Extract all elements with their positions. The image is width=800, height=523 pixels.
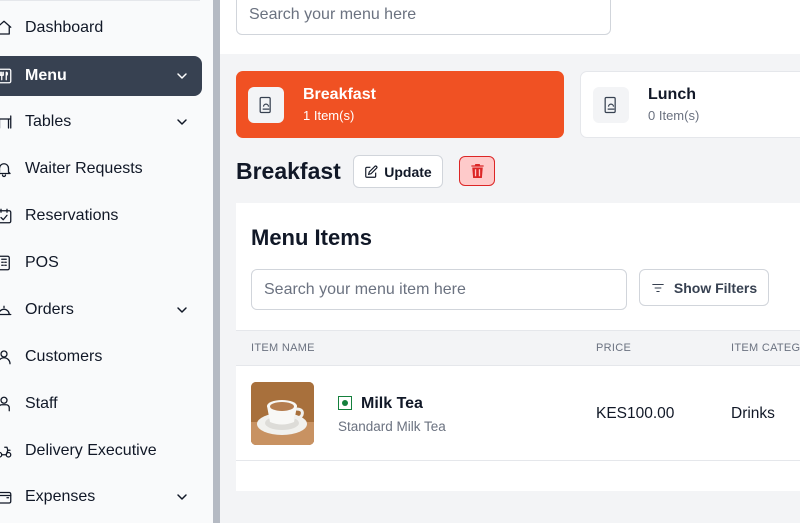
chevron-down-icon[interactable] [174, 489, 190, 505]
sidebar-item-label: POS [25, 254, 59, 271]
filter-icon [652, 283, 664, 292]
show-filters-button[interactable]: Show Filters [639, 269, 769, 306]
page-title: Breakfast [236, 158, 341, 184]
menu-icon-box [248, 86, 284, 123]
sidebar-item-label: Orders [25, 301, 74, 318]
sidebar-item-dashboard[interactable]: Dashboard [0, 8, 202, 48]
sidebar-item-label: Staff [25, 395, 58, 412]
menu-book-icon [604, 96, 616, 113]
sidebar-item-menu[interactable]: Menu [0, 56, 202, 96]
sidebar-item-label: Customers [25, 348, 103, 365]
sidebar-scrollbar[interactable] [213, 0, 220, 523]
sidebar-item-label: Expenses [25, 488, 96, 505]
scooter-icon [0, 441, 14, 461]
menu-card-name: Breakfast [303, 86, 376, 103]
menu-book-icon [259, 96, 271, 113]
update-button-label: Update [384, 163, 432, 180]
menu-card-count: 0 Item(s) [648, 108, 700, 123]
panel-title: Menu Items [251, 225, 373, 250]
sidebar-item-expenses[interactable]: Expenses [0, 477, 202, 517]
menu-card-name: Lunch [648, 86, 696, 103]
sidebar-item-reservations[interactable]: Reservations [0, 196, 202, 236]
menu-icon-box [593, 86, 629, 123]
sidebar-item-waiter-requests[interactable]: Waiter Requests [0, 149, 202, 189]
sidebar-item-label: Dashboard [25, 19, 104, 36]
sidebar-item-customers[interactable]: Customers [0, 337, 202, 377]
sidebar: Dashboard Menu Tables Waiter Requests Re… [0, 0, 213, 523]
table-row[interactable]: Milk Tea Standard Milk Tea KES100.00 Dri… [236, 366, 800, 461]
column-header-price[interactable]: PRICE [596, 342, 631, 354]
sidebar-item-tables[interactable]: Tables [0, 102, 202, 142]
sidebar-item-label: Tables [25, 113, 72, 130]
sidebar-item-label: Menu [25, 67, 67, 84]
sidebar-item-label: Waiter Requests [25, 160, 143, 177]
bell-icon [0, 159, 14, 179]
item-name: Milk Tea [361, 395, 423, 412]
table-header: ITEM NAME PRICE ITEM CATEG [236, 330, 800, 366]
update-button[interactable]: Update [353, 155, 443, 188]
sidebar-item-delivery-executive[interactable]: Delivery Executive [0, 431, 202, 471]
calendar-check-icon [0, 206, 14, 226]
cloche-icon [0, 300, 14, 320]
item-price: KES100.00 [596, 405, 675, 422]
column-header-item-name[interactable]: ITEM NAME [251, 342, 315, 354]
delete-button[interactable] [459, 156, 495, 186]
veg-indicator-icon [338, 396, 352, 410]
chevron-down-icon[interactable] [174, 114, 190, 130]
sidebar-item-label: Reservations [25, 207, 119, 224]
column-header-item-category[interactable]: ITEM CATEG [731, 342, 800, 354]
menu-card-lunch[interactable]: Lunch 0 Item(s) [580, 71, 800, 138]
menu-items-panel: Menu Items Show Filters ITEM NAME PRICE … [236, 203, 800, 491]
pos-icon [0, 253, 14, 273]
sidebar-item-staff[interactable]: Staff [0, 384, 202, 424]
chevron-down-icon[interactable] [174, 68, 190, 84]
sidebar-item-label: Delivery Executive [25, 442, 157, 459]
user-icon [0, 347, 14, 367]
utensils-icon [0, 66, 14, 86]
trash-icon [470, 164, 484, 178]
sidebar-item-orders[interactable]: Orders [0, 290, 202, 330]
menu-search-input[interactable] [236, 0, 611, 35]
sidebar-divider [0, 0, 200, 1]
sidebar-item-pos[interactable]: POS [0, 243, 202, 283]
top-bar [220, 0, 800, 54]
show-filters-label: Show Filters [673, 279, 758, 296]
item-search-input[interactable] [251, 269, 627, 310]
item-thumbnail [251, 382, 314, 445]
item-description: Standard Milk Tea [338, 419, 446, 434]
chevron-down-icon[interactable] [174, 302, 190, 318]
table-icon [0, 112, 14, 132]
main-content: Breakfast 1 Item(s) Lunch 0 Item(s) Brea… [220, 0, 800, 523]
menu-card-breakfast[interactable]: Breakfast 1 Item(s) [236, 71, 564, 138]
home-icon [0, 18, 14, 38]
wallet-icon [0, 487, 14, 507]
menu-card-count: 1 Item(s) [303, 108, 355, 123]
staff-icon [0, 394, 14, 414]
item-category: Drinks [731, 405, 775, 422]
edit-icon [365, 165, 378, 178]
